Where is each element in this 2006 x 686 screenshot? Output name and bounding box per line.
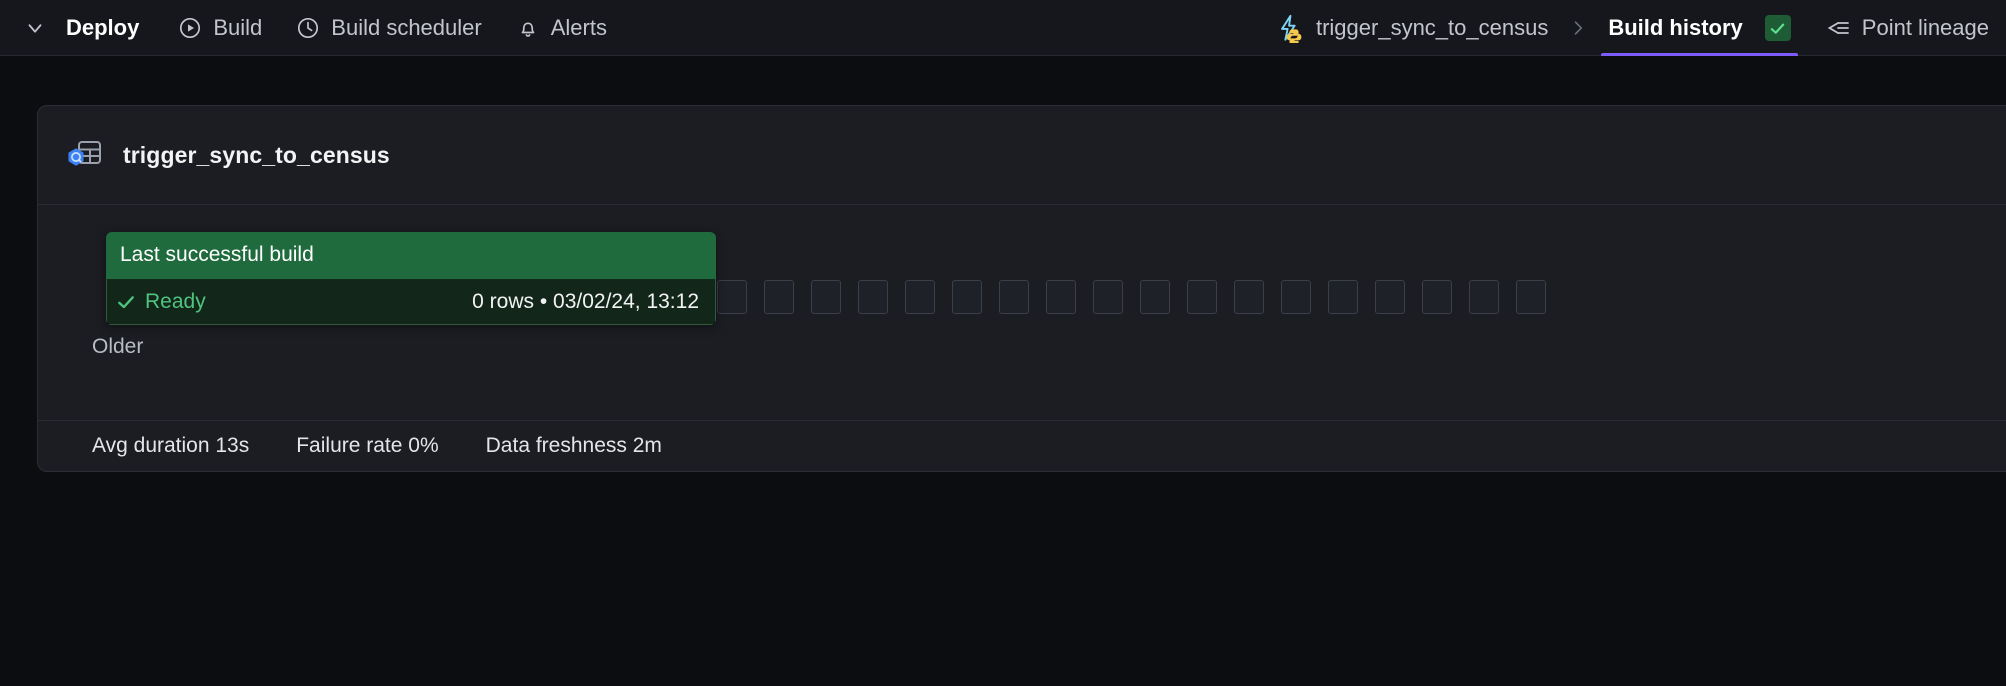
check-icon <box>107 279 145 325</box>
nav-item-build[interactable]: Build <box>161 0 279 56</box>
nav-item-label: Build scheduler <box>331 14 482 40</box>
bell-icon <box>516 16 540 40</box>
collapse-chevron-button[interactable] <box>16 0 54 56</box>
popover-body: Ready 0 rows • 03/02/24, 13:12 <box>106 279 716 325</box>
build-slot[interactable] <box>1234 280 1264 314</box>
build-slot[interactable] <box>1140 280 1170 314</box>
build-slot[interactable] <box>858 280 888 314</box>
build-slot[interactable] <box>764 280 794 314</box>
popover-status: Ready <box>145 289 206 313</box>
nav-item-label: Build <box>213 14 263 40</box>
build-slot[interactable] <box>1516 280 1546 314</box>
breadcrumb-asset-label: trigger_sync_to_census <box>1315 15 1549 40</box>
build-slot[interactable] <box>717 280 747 314</box>
chevron-right-icon <box>1568 18 1588 38</box>
nav-item-point-lineage[interactable]: Point lineage <box>1808 0 2006 56</box>
build-slot[interactable] <box>1375 280 1405 314</box>
nav-item-build-scheduler[interactable]: Build scheduler <box>279 0 498 56</box>
older-label: Older <box>92 335 144 358</box>
tab-build-history-label: Build history <box>1608 15 1743 40</box>
card-footer-stats: Avg duration 13s Failure rate 0% Data fr… <box>38 420 2006 471</box>
page-title: trigger_sync_to_census <box>123 141 390 168</box>
tab-build-history[interactable]: Build history <box>1591 0 1807 56</box>
breadcrumb-asset[interactable]: trigger_sync_to_census <box>1258 0 1565 56</box>
lineage-icon <box>1825 15 1851 41</box>
status-badge <box>1764 15 1791 41</box>
build-slot[interactable] <box>1328 280 1358 314</box>
nav-item-label: Alerts <box>550 14 607 40</box>
nav-right-group: trigger_sync_to_census Build history Poi… <box>1258 0 2006 56</box>
nav-item-alerts[interactable]: Alerts <box>499 0 624 56</box>
main-stage: trigger_sync_to_census Last successful b… <box>0 56 2006 686</box>
chevron-down-icon <box>24 17 46 39</box>
build-slot[interactable] <box>952 280 982 314</box>
last-successful-build-popover: Last successful build Ready 0 rows • 03/… <box>106 232 716 325</box>
breadcrumb-separator <box>1565 0 1591 56</box>
card-body: Last successful build Ready 0 rows • 03/… <box>38 205 2006 420</box>
popover-meta: 0 rows • 03/02/24, 13:12 <box>472 289 699 313</box>
nav-item-label: Deploy <box>66 14 140 40</box>
stat-avg-duration: Avg duration 13s <box>92 434 250 457</box>
popover-title: Last successful build <box>106 232 716 279</box>
nav-item-label: Point lineage <box>1861 15 1989 40</box>
asset-build-history-card: trigger_sync_to_census Last successful b… <box>37 105 2006 472</box>
build-slot[interactable] <box>1187 280 1217 314</box>
build-slot[interactable] <box>1469 280 1499 314</box>
bigquery-table-icon <box>66 138 104 172</box>
card-header: trigger_sync_to_census <box>38 106 2006 205</box>
build-slot[interactable] <box>811 280 841 314</box>
build-slot[interactable] <box>905 280 935 314</box>
python-lightning-icon <box>1275 13 1305 43</box>
build-slot[interactable] <box>1422 280 1452 314</box>
play-circle-icon <box>178 16 202 40</box>
nav-item-deploy[interactable]: Deploy <box>54 0 161 56</box>
stat-data-freshness: Data freshness 2m <box>485 434 662 457</box>
build-slot[interactable] <box>1281 280 1311 314</box>
nav-left-group: Deploy Build Build scheduler Alerts <box>0 0 624 56</box>
build-slot[interactable] <box>1046 280 1076 314</box>
top-nav-bar: Deploy Build Build scheduler Alerts trig… <box>0 0 2006 56</box>
stat-failure-rate: Failure rate 0% <box>296 434 439 457</box>
build-slot[interactable] <box>999 280 1029 314</box>
check-icon <box>1769 20 1786 37</box>
build-slot[interactable] <box>1093 280 1123 314</box>
clock-icon <box>296 16 320 40</box>
